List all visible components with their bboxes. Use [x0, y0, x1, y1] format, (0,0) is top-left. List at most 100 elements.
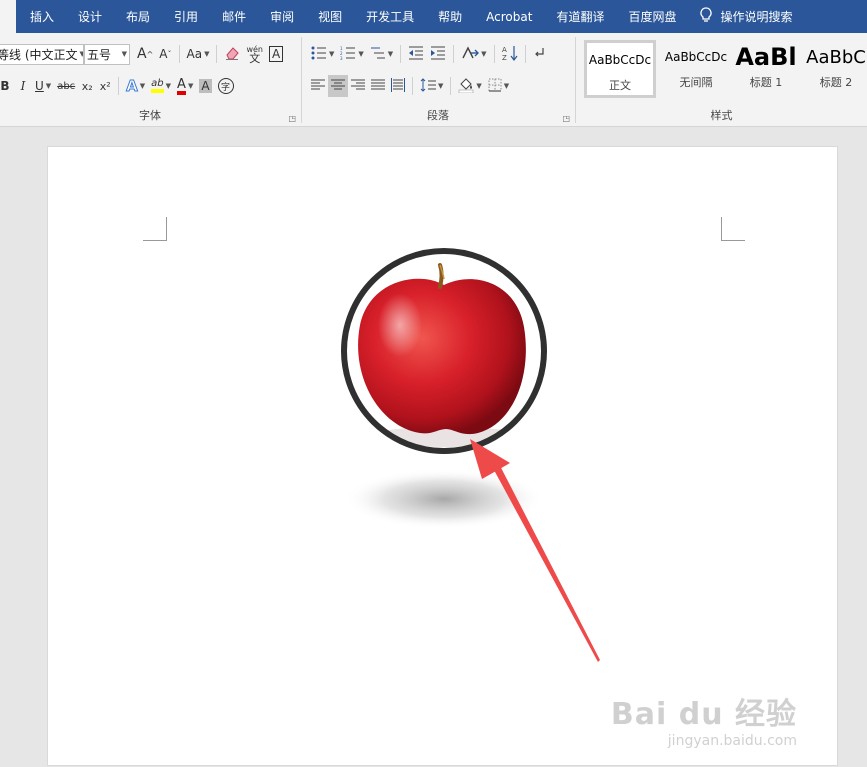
chevron-down-icon: ▼	[503, 82, 510, 90]
tab-developer[interactable]: 开发工具	[354, 0, 426, 33]
clear-formatting-button[interactable]	[221, 43, 243, 65]
tab-insert[interactable]: 插入	[18, 0, 66, 33]
line-spacing-button[interactable]: ▼	[417, 75, 446, 97]
tab-review[interactable]: 审阅	[258, 0, 306, 33]
chevron-down-icon: ▼	[187, 82, 194, 90]
align-left-button[interactable]	[308, 75, 328, 97]
eraser-icon	[224, 45, 240, 64]
line-spacing-icon	[420, 77, 436, 95]
tab-mailings[interactable]: 邮件	[210, 0, 258, 33]
document-page[interactable]: Bai du 经验 jingyan.baidu.com	[47, 146, 838, 766]
watermark-main: Bai du 经验	[610, 697, 797, 732]
increase-indent-button[interactable]	[427, 43, 449, 65]
tab-acrobat[interactable]: Acrobat	[474, 0, 544, 33]
highlight-button[interactable]: ab ▼	[148, 75, 174, 97]
picture-canvas	[341, 248, 600, 662]
increase-indent-icon	[430, 46, 446, 63]
font-color-button[interactable]: A ▼	[174, 75, 196, 97]
paragraph-group: ▼ 123 ▼ ▼ ▼ A Z ▼ ▼ ▼ 段落 ◳	[302, 33, 574, 127]
font-size-value: 五号	[87, 47, 112, 62]
align-right-button[interactable]	[348, 75, 368, 97]
underline-button[interactable]: U ▼	[32, 75, 54, 97]
distributed-icon	[391, 77, 405, 95]
character-shading-button[interactable]: A	[196, 75, 214, 97]
chevron-down-icon: ▼	[204, 50, 210, 58]
font-name-combo[interactable]: 等线 (中文正文 ▼	[0, 43, 84, 65]
separator	[412, 77, 413, 95]
borders-button[interactable]: ▼	[485, 75, 512, 97]
chevron-down-icon: ▼	[358, 50, 364, 58]
ribbon-tab-bar: 插入 设计 布局 引用 邮件 审阅 视图 开发工具 帮助 Acrobat 有道翻…	[0, 0, 867, 33]
shrink-font-icon: A	[159, 47, 168, 61]
chinese-layout-icon	[461, 45, 480, 63]
strikethrough-button[interactable]: abc	[54, 75, 78, 97]
phonetic-guide-button[interactable]: wén 文	[243, 43, 266, 65]
show-formatting-marks-button[interactable]	[530, 43, 548, 65]
style-sample: AaBbC	[806, 46, 866, 68]
superscript-button[interactable]: x²	[96, 75, 114, 97]
justify-button[interactable]	[368, 75, 388, 97]
chevron-down-icon: ▼	[481, 50, 487, 58]
bullet-list-icon	[311, 46, 327, 63]
tab-view[interactable]: 视图	[306, 0, 354, 33]
decrease-indent-button[interactable]	[405, 43, 427, 65]
dialog-launcher-icon[interactable]: ◳	[562, 114, 570, 123]
tab-references[interactable]: 引用	[162, 0, 210, 33]
style-name: 无间隔	[679, 76, 713, 89]
italic-button[interactable]: I	[14, 75, 32, 97]
svg-text:A: A	[502, 46, 507, 54]
tab-help[interactable]: 帮助	[426, 0, 474, 33]
style-sample: AaBbCcDc	[588, 53, 652, 67]
change-case-button[interactable]: Aa ▼	[184, 43, 213, 65]
character-border-button[interactable]: A	[266, 43, 286, 65]
style-normal[interactable]: AaBbCcDc 正文	[584, 40, 656, 98]
shading-button[interactable]: ▼	[455, 75, 484, 97]
change-case-icon: Aa	[186, 47, 203, 61]
tab-layout[interactable]: 布局	[114, 0, 162, 33]
text-effects-button[interactable]: A ▼	[123, 75, 148, 97]
tab-design[interactable]: 设计	[66, 0, 114, 33]
tab-home[interactable]	[0, 0, 16, 33]
svg-text:Z: Z	[502, 54, 507, 61]
style-sample: AaBbCcDc	[664, 50, 728, 64]
style-name: 标题 1	[749, 76, 783, 89]
chevron-down-icon: ▼	[45, 82, 52, 90]
chinese-layout-button[interactable]: ▼	[458, 43, 489, 65]
sort-button[interactable]: AZ	[499, 43, 521, 65]
font-size-combo[interactable]: 五号 ▼	[84, 43, 130, 65]
align-right-icon	[351, 79, 365, 94]
shrink-font-button[interactable]: Aˇ	[156, 43, 174, 65]
align-center-icon	[331, 79, 345, 94]
watermark-sub: jingyan.baidu.com	[667, 733, 797, 749]
enclose-characters-button[interactable]: 字	[215, 75, 237, 97]
style-heading-1[interactable]: AaBl 标题 1	[730, 40, 802, 98]
font-group: 等线 (中文正文 ▼ 五号 ▼ A^ Aˇ Aa▼	[0, 33, 300, 127]
chevron-down-icon: ▼	[329, 50, 335, 58]
bold-button[interactable]: B	[0, 75, 14, 97]
underline-icon: U	[35, 79, 44, 93]
separator	[450, 77, 452, 95]
grow-font-button[interactable]: A ^	[134, 43, 156, 65]
multilevel-list-button[interactable]: ▼	[367, 43, 396, 65]
numbering-button[interactable]: 123 ▼	[337, 43, 366, 65]
separator	[216, 45, 218, 63]
ribbon: 等线 (中文正文 ▼ 五号 ▼ A^ Aˇ Aa▼	[0, 33, 867, 127]
text-effects-icon: A	[126, 77, 139, 96]
tab-youdao[interactable]: 有道翻译	[544, 0, 616, 33]
align-center-button[interactable]	[328, 75, 348, 97]
styles-group-label: 样式	[710, 109, 733, 122]
chevron-down-icon: ▼	[139, 82, 146, 90]
style-sample: AaBl	[735, 43, 797, 71]
bullets-button[interactable]: ▼	[308, 43, 337, 65]
apple-picture[interactable]	[341, 248, 547, 454]
style-heading-2[interactable]: AaBbC 标题 2	[802, 40, 867, 98]
tell-me-search[interactable]: 操作说明搜索	[688, 0, 804, 33]
dialog-launcher-icon[interactable]: ◳	[288, 114, 296, 123]
numbered-list-icon: 123	[340, 46, 356, 63]
tab-baidu-netdisk[interactable]: 百度网盘	[616, 0, 688, 33]
grow-font-icon: A	[137, 46, 147, 62]
separator	[524, 45, 526, 63]
style-no-spacing[interactable]: AaBbCcDc 无间隔	[660, 40, 732, 98]
distributed-button[interactable]	[388, 75, 408, 97]
subscript-button[interactable]: x₂	[78, 75, 96, 97]
